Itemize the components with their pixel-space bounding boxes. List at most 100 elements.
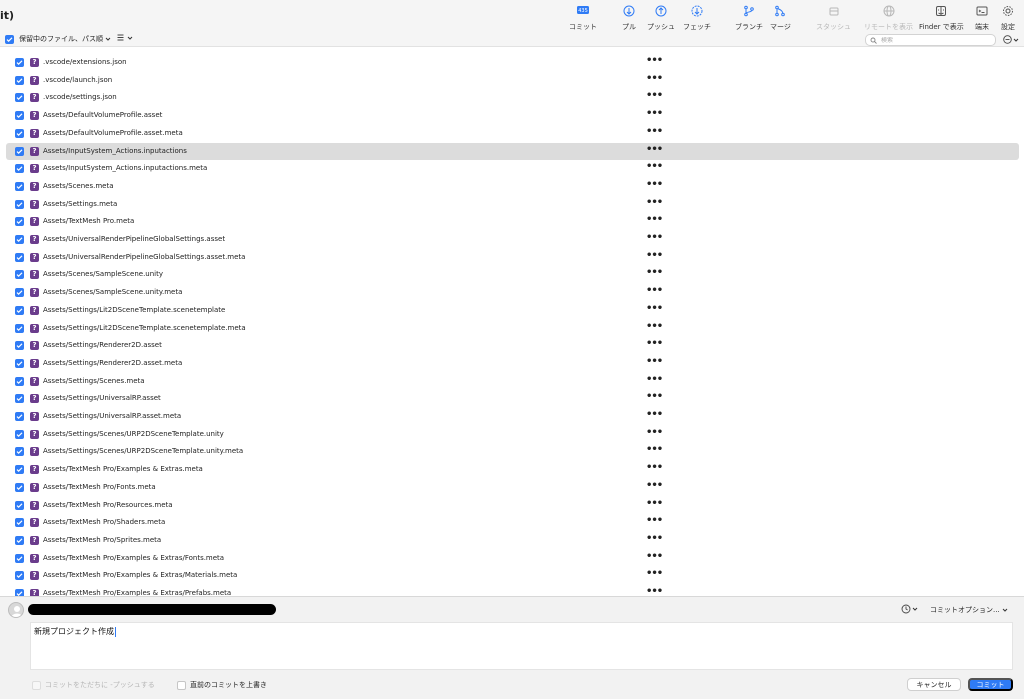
file-actions-ellipsis-icon[interactable]: •••: [646, 321, 663, 332]
settings-button[interactable]: 設定: [1001, 4, 1015, 32]
file-row[interactable]: ? Assets/Settings/UniversalRP.asset.meta •…: [6, 408, 1019, 425]
file-row[interactable]: ? Assets/UniversalRenderPipelineGlobalSet…: [6, 249, 1019, 266]
file-checkbox[interactable]: [15, 341, 24, 351]
show-in-finder-button[interactable]: Finder で表示: [919, 4, 964, 32]
file-actions-ellipsis-icon[interactable]: •••: [646, 90, 663, 101]
file-checkbox[interactable]: [15, 146, 24, 156]
cancel-button[interactable]: キャンセル: [907, 678, 961, 691]
file-row[interactable]: ? Assets/UniversalRenderPipelineGlobalSet…: [6, 231, 1019, 248]
file-checkbox[interactable]: [15, 518, 24, 528]
file-actions-ellipsis-icon[interactable]: •••: [646, 338, 663, 349]
file-actions-ellipsis-icon[interactable]: •••: [646, 108, 663, 119]
file-row[interactable]: ? Assets/TextMesh Pro/Examples & Extras/M…: [6, 567, 1019, 584]
file-actions-ellipsis-icon[interactable]: •••: [646, 55, 663, 66]
commit-options-dropdown[interactable]: コミットオプション...: [930, 605, 1008, 615]
file-checkbox[interactable]: [15, 429, 24, 439]
file-actions-ellipsis-icon[interactable]: •••: [646, 586, 663, 596]
file-actions-ellipsis-icon[interactable]: •••: [646, 161, 663, 172]
file-filter-dropdown[interactable]: 保留中のファイル、パス順: [19, 34, 111, 44]
more-options-menu[interactable]: [1003, 35, 1019, 44]
commit-button[interactable]: 435 コミット: [569, 4, 597, 32]
file-actions-ellipsis-icon[interactable]: •••: [646, 551, 663, 562]
file-checkbox[interactable]: [15, 270, 24, 280]
push-button[interactable]: プッシュ: [647, 4, 675, 32]
file-row[interactable]: ? .vscode/settings.json •••: [6, 89, 1019, 106]
branch-button[interactable]: ブランチ: [735, 4, 763, 32]
file-actions-ellipsis-icon[interactable]: •••: [646, 285, 663, 296]
file-checkbox[interactable]: [15, 553, 24, 563]
file-checkbox[interactable]: [15, 482, 24, 492]
file-actions-ellipsis-icon[interactable]: •••: [646, 515, 663, 526]
file-row[interactable]: ? Assets/Settings/Lit2DSceneTemplate.scen…: [6, 320, 1019, 337]
file-actions-ellipsis-icon[interactable]: •••: [646, 391, 663, 402]
file-checkbox[interactable]: [15, 111, 24, 121]
file-actions-ellipsis-icon[interactable]: •••: [646, 197, 663, 208]
amend-option[interactable]: 直前のコミットを上書き: [177, 680, 267, 690]
file-row[interactable]: ? Assets/TextMesh Pro/Examples & Extras/P…: [6, 585, 1019, 596]
file-checkbox[interactable]: [15, 412, 24, 421]
stash-button[interactable]: スタッシュ: [816, 4, 851, 32]
file-checkbox[interactable]: [15, 571, 24, 581]
file-row[interactable]: ? Assets/Settings.meta •••: [6, 196, 1019, 213]
file-row[interactable]: ? Assets/Settings/Renderer2D.asset.meta ••…: [6, 355, 1019, 372]
file-checkbox[interactable]: [15, 376, 24, 386]
pull-button[interactable]: プル: [622, 4, 636, 32]
file-row[interactable]: ? Assets/Settings/UniversalRP.asset •••: [6, 390, 1019, 407]
file-checkbox[interactable]: [15, 500, 24, 510]
fetch-button[interactable]: フェッチ: [683, 4, 711, 32]
file-row[interactable]: ? Assets/Scenes/SampleScene.unity •••: [6, 266, 1019, 283]
file-checkbox[interactable]: [15, 181, 24, 191]
file-row[interactable]: ? Assets/Settings/Lit2DSceneTemplate.scen…: [6, 302, 1019, 319]
push-immediately-checkbox[interactable]: [32, 680, 41, 690]
file-actions-ellipsis-icon[interactable]: •••: [646, 126, 663, 137]
file-checkbox[interactable]: [15, 164, 24, 174]
file-actions-ellipsis-icon[interactable]: •••: [646, 232, 663, 243]
file-row[interactable]: ? Assets/TextMesh Pro.meta •••: [6, 213, 1019, 230]
file-row[interactable]: ? Assets/TextMesh Pro/Examples & Extras.m…: [6, 461, 1019, 478]
file-checkbox[interactable]: [15, 589, 24, 596]
file-actions-ellipsis-icon[interactable]: •••: [646, 214, 663, 225]
file-row[interactable]: ? Assets/TextMesh Pro/Shaders.meta •••: [6, 514, 1019, 531]
file-row[interactable]: ? Assets/DefaultVolumeProfile.asset.meta •…: [6, 125, 1019, 142]
file-checkbox[interactable]: [15, 358, 24, 368]
file-row[interactable]: ? Assets/Settings/Scenes.meta •••: [6, 373, 1019, 390]
file-row[interactable]: ? .vscode/extensions.json •••: [6, 54, 1019, 71]
file-row[interactable]: ? Assets/TextMesh Pro/Sprites.meta •••: [6, 532, 1019, 549]
file-row[interactable]: ? Assets/Settings/Scenes/URP2DSceneTempla…: [6, 426, 1019, 443]
file-row[interactable]: ? Assets/TextMesh Pro/Examples & Extras/F…: [6, 550, 1019, 567]
file-row[interactable]: ? .vscode/launch.json •••: [6, 72, 1019, 89]
file-actions-ellipsis-icon[interactable]: •••: [646, 144, 663, 155]
file-actions-ellipsis-icon[interactable]: •••: [646, 303, 663, 314]
file-actions-ellipsis-icon[interactable]: •••: [646, 568, 663, 579]
file-actions-ellipsis-icon[interactable]: •••: [646, 179, 663, 190]
file-checkbox[interactable]: [15, 128, 24, 138]
file-checkbox[interactable]: [15, 199, 24, 209]
amend-checkbox[interactable]: [177, 680, 186, 690]
file-checkbox[interactable]: [15, 323, 24, 333]
file-actions-ellipsis-icon[interactable]: •••: [646, 427, 663, 438]
show-remote-button[interactable]: リモートを表示: [864, 4, 913, 32]
commit-submit-button[interactable]: コミット: [968, 678, 1013, 691]
file-row[interactable]: ? Assets/Scenes.meta •••: [6, 178, 1019, 195]
file-actions-ellipsis-icon[interactable]: •••: [646, 409, 663, 420]
file-actions-ellipsis-icon[interactable]: •••: [646, 480, 663, 491]
file-actions-ellipsis-icon[interactable]: •••: [646, 533, 663, 544]
file-checkbox[interactable]: [15, 252, 24, 262]
file-checkbox[interactable]: [15, 288, 24, 298]
recent-messages-button[interactable]: [901, 604, 918, 614]
file-checkbox[interactable]: [15, 465, 24, 475]
file-checkbox[interactable]: [15, 75, 24, 85]
file-row[interactable]: ? Assets/TextMesh Pro/Resources.meta •••: [6, 497, 1019, 514]
file-checkbox[interactable]: [15, 58, 24, 67]
file-row[interactable]: ? Assets/Scenes/SampleScene.unity.meta •••: [6, 284, 1019, 301]
file-checkbox[interactable]: [15, 93, 24, 103]
file-row[interactable]: ? Assets/InputSystem_Actions.inputactions…: [6, 142, 1019, 160]
file-checkbox[interactable]: [15, 217, 24, 227]
file-actions-ellipsis-icon[interactable]: •••: [646, 462, 663, 473]
file-row[interactable]: ? Assets/InputSystem_Actions.inputactions…: [6, 160, 1019, 177]
file-actions-ellipsis-icon[interactable]: •••: [646, 250, 663, 261]
file-checkbox[interactable]: [15, 305, 24, 315]
file-actions-ellipsis-icon[interactable]: •••: [646, 498, 663, 509]
select-all-checkbox[interactable]: [5, 35, 14, 44]
file-actions-ellipsis-icon[interactable]: •••: [646, 444, 663, 455]
